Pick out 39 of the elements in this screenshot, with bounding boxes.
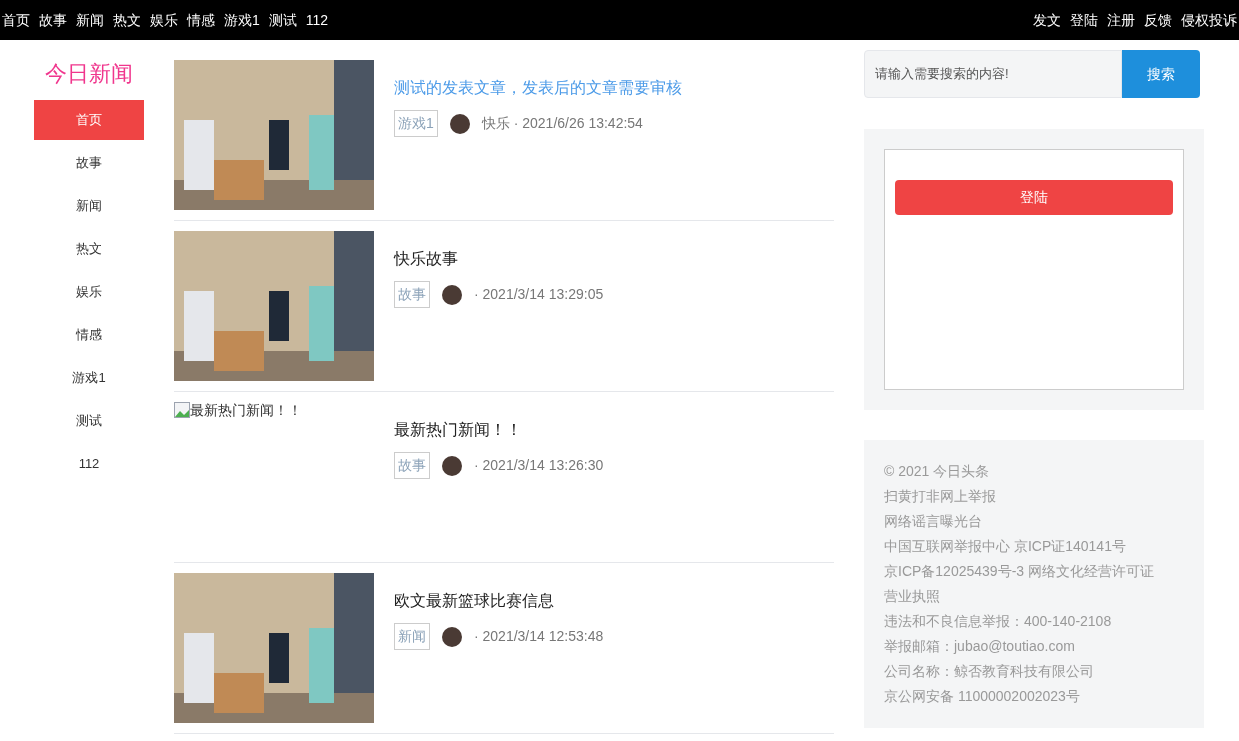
sidebar-item[interactable]: 故事 [34, 143, 144, 183]
nav-link[interactable]: 发文 [1033, 9, 1061, 31]
article-meta: · 2021/3/14 12:53:48 [474, 627, 604, 646]
article-title[interactable]: 快乐故事 [394, 247, 604, 271]
nav-link[interactable]: 注册 [1107, 9, 1135, 31]
nav-link[interactable]: 首页 [2, 9, 30, 31]
avatar [449, 113, 470, 134]
broken-image-icon [174, 402, 190, 418]
avatar [442, 626, 462, 647]
article-title[interactable]: 最新热门新闻！！ [394, 418, 604, 442]
nav-link[interactable]: 新闻 [76, 9, 104, 31]
sidebar-item[interactable]: 娱乐 [34, 272, 144, 312]
sidebar-item[interactable]: 情感 [34, 315, 144, 355]
sidebar-item[interactable]: 热文 [34, 229, 144, 269]
nav-link[interactable]: 112 [305, 9, 329, 31]
image-alt-text: 最新热门新闻！！ [190, 402, 302, 418]
sidebar-item[interactable]: 新闻 [34, 186, 144, 226]
avatar [442, 284, 462, 305]
sidebar-item[interactable]: 游戏1 [34, 358, 144, 398]
sidebar-item[interactable]: 首页 [34, 100, 144, 140]
nav-link[interactable]: 侵权投诉 [1181, 9, 1237, 31]
site-logo: 今日新闻 [45, 60, 133, 88]
article-title[interactable]: 欧文最新篮球比赛信息 [394, 589, 604, 613]
sidebar-item[interactable]: 测试 [34, 401, 144, 441]
nav-link[interactable]: 游戏1 [224, 9, 260, 31]
nav-link[interactable]: 测试 [268, 9, 297, 31]
nav-link[interactable]: 反馈 [1144, 9, 1172, 31]
article-meta: 快乐 · 2021/6/26 13:42:54 [481, 114, 643, 133]
nav-link[interactable]: 热文 [113, 9, 141, 31]
nav-link[interactable]: 娱乐 [150, 9, 178, 31]
nav-link[interactable]: 情感 [187, 9, 215, 31]
search-field[interactable]: 请输入需要搜索的内容! [864, 50, 1122, 98]
article-meta: · 2021/3/14 13:29:05 [474, 285, 604, 304]
nav-link[interactable]: 故事 [39, 9, 67, 31]
nav-link[interactable]: 登陆 [1070, 9, 1098, 31]
article-meta: · 2021/3/14 13:26:30 [474, 456, 604, 475]
sidebar-item[interactable]: 112 [34, 444, 144, 484]
login-button[interactable]: 登陆 [895, 180, 1173, 215]
avatar [442, 455, 462, 476]
